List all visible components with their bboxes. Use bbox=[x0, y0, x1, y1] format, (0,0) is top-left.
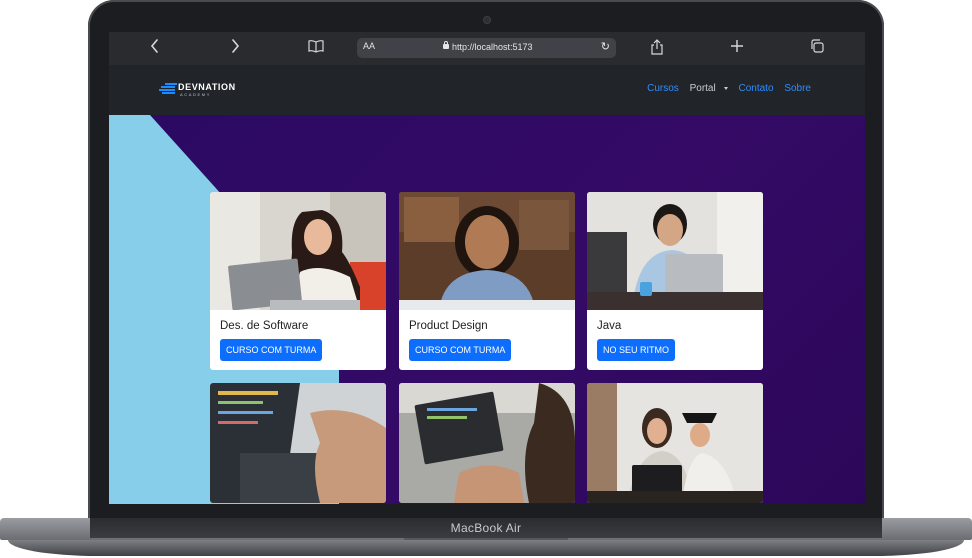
course-image-hands-coding bbox=[210, 383, 386, 503]
course-card-5[interactable] bbox=[399, 383, 575, 503]
course-image-man-laptop bbox=[587, 192, 763, 310]
site-logo[interactable]: DEVNATION ACADEMY bbox=[159, 81, 249, 99]
nav-portal-label: Portal bbox=[689, 83, 716, 94]
course-card-4[interactable] bbox=[210, 383, 386, 503]
model-label: MacBook Air bbox=[450, 521, 522, 535]
back-icon[interactable] bbox=[144, 39, 166, 57]
course-image-man-coding bbox=[399, 383, 575, 503]
forward-icon[interactable] bbox=[224, 39, 246, 57]
logo-mark-icon bbox=[159, 83, 177, 95]
course-card-product-design[interactable]: Product Design CURSO COM TURMA bbox=[399, 192, 575, 370]
lock-icon bbox=[443, 41, 449, 49]
address-bar[interactable]: AA http://localhost:5173 ↻ bbox=[357, 38, 616, 58]
nav-contato[interactable]: Contato bbox=[739, 83, 774, 94]
course-title: Des. de Software bbox=[220, 320, 309, 332]
course-type-button[interactable]: CURSO COM TURMA bbox=[220, 339, 323, 361]
course-card-software[interactable]: Des. de Software CURSO COM TURMA bbox=[210, 192, 386, 370]
course-card-java[interactable]: Java NO SEU RITMO bbox=[587, 192, 763, 370]
course-image-woman-laptop bbox=[210, 192, 386, 310]
browser-toolbar: AA http://localhost:5173 ↻ bbox=[109, 32, 865, 65]
nav-links: Cursos Portal Contato Sobre bbox=[639, 83, 811, 94]
laptop-base: MacBook Air bbox=[0, 518, 972, 558]
tabs-icon[interactable] bbox=[806, 39, 828, 57]
share-icon[interactable] bbox=[646, 39, 668, 57]
base-bottom bbox=[8, 540, 964, 556]
course-title: Java bbox=[597, 320, 622, 332]
nav-cursos[interactable]: Cursos bbox=[647, 83, 679, 94]
course-type-button[interactable]: CURSO COM TURMA bbox=[409, 339, 512, 361]
screen: AA http://localhost:5173 ↻ DEVNATION ACA… bbox=[109, 32, 865, 504]
text-size-button[interactable]: AA bbox=[363, 41, 375, 51]
new-tab-icon[interactable] bbox=[726, 39, 748, 57]
courses-section: Des. de Software CURSO COM TURMA Product… bbox=[109, 115, 865, 504]
url-text: http://localhost:5173 bbox=[452, 42, 533, 52]
logo-tagline: ACADEMY bbox=[180, 92, 211, 97]
macbook-mockup: AA http://localhost:5173 ↻ DEVNATION ACA… bbox=[0, 0, 972, 558]
nav-portal[interactable]: Portal bbox=[690, 83, 728, 94]
bookmarks-icon[interactable] bbox=[305, 39, 327, 57]
nav-sobre[interactable]: Sobre bbox=[784, 83, 811, 94]
camera bbox=[484, 17, 490, 23]
course-title: Product Design bbox=[409, 320, 488, 332]
reload-icon[interactable]: ↻ bbox=[601, 40, 610, 53]
course-image-smiling-woman bbox=[399, 192, 575, 310]
logo-name: DEVNATION bbox=[178, 82, 236, 92]
course-type-button[interactable]: NO SEU RITMO bbox=[597, 339, 676, 361]
course-image-two-women-laptop bbox=[587, 383, 763, 503]
site-navbar: DEVNATION ACADEMY Cursos Portal Contato … bbox=[109, 65, 865, 115]
caret-down-icon bbox=[723, 86, 728, 90]
course-card-6[interactable] bbox=[587, 383, 763, 503]
